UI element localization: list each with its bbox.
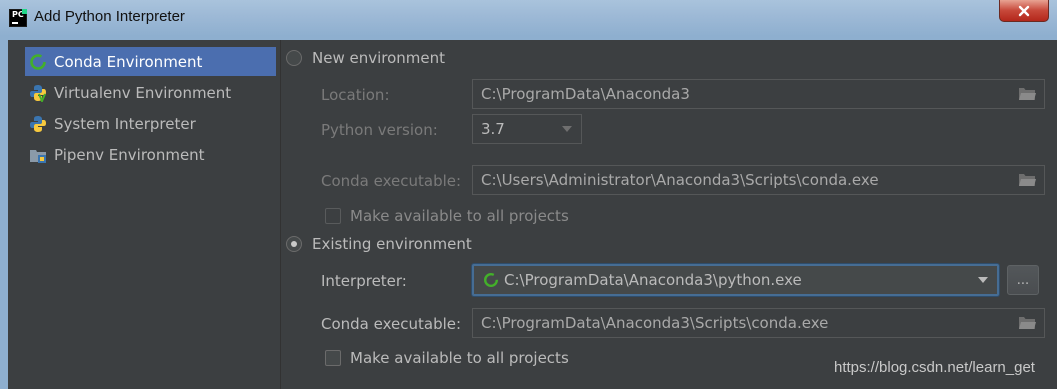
close-icon bbox=[1018, 5, 1030, 16]
sidebar-item-label: Virtualenv Environment bbox=[54, 83, 232, 102]
existing-environment-label: Existing environment bbox=[312, 235, 472, 253]
conda-executable-label: Conda executable: bbox=[321, 172, 462, 190]
sidebar-item-label: System Interpreter bbox=[54, 114, 196, 133]
conda-icon bbox=[29, 53, 47, 71]
sidebar-item-conda[interactable]: Conda Environment bbox=[25, 47, 276, 76]
title-bar: PC Add Python Interpreter bbox=[0, 0, 1057, 37]
interpreter-value: C:\ProgramData\Anaconda3\python.exe bbox=[504, 271, 802, 289]
make-available-label-existing: Make available to all projects bbox=[350, 349, 569, 367]
pycharm-app-icon: PC bbox=[9, 9, 27, 27]
conda-executable-value: C:\ProgramData\Anaconda3\Scripts\conda.e… bbox=[481, 314, 829, 332]
python-version-select[interactable]: 3.7 bbox=[472, 114, 582, 144]
folder-icon[interactable] bbox=[1016, 169, 1038, 191]
existing-environment-radio[interactable] bbox=[286, 236, 302, 252]
environment-type-list: Conda Environment Virtualenv Environment bbox=[8, 40, 280, 389]
python-version-value: 3.7 bbox=[481, 120, 505, 138]
folder-icon[interactable] bbox=[1016, 83, 1038, 105]
sidebar-item-label: Conda Environment bbox=[54, 52, 203, 71]
watermark-text: https://blog.csdn.net/learn_get bbox=[834, 359, 1035, 376]
python-version-label: Python version: bbox=[321, 121, 438, 139]
chevron-down-icon bbox=[973, 277, 993, 283]
location-label: Location: bbox=[321, 86, 390, 104]
chevron-down-icon bbox=[557, 126, 577, 132]
interpreter-select[interactable]: C:\ProgramData\Anaconda3\python.exe bbox=[472, 264, 999, 296]
new-environment-radio[interactable] bbox=[286, 50, 302, 66]
window-frame: Conda Environment Virtualenv Environment bbox=[0, 36, 1057, 389]
folder-icon[interactable] bbox=[1016, 312, 1038, 334]
location-field[interactable]: C:\ProgramData\Anaconda3 bbox=[472, 79, 1045, 109]
virtualenv-icon bbox=[29, 84, 47, 102]
location-value: C:\ProgramData\Anaconda3 bbox=[481, 85, 690, 103]
conda-executable-field-existing[interactable]: C:\ProgramData\Anaconda3\Scripts\conda.e… bbox=[472, 308, 1045, 338]
sidebar-item-pipenv[interactable]: Pipenv Environment bbox=[25, 140, 276, 169]
conda-executable-label: Conda executable: bbox=[321, 315, 462, 333]
window-title: Add Python Interpreter bbox=[34, 8, 185, 25]
close-button[interactable] bbox=[999, 0, 1049, 22]
sidebar-item-label: Pipenv Environment bbox=[54, 145, 205, 164]
make-available-checkbox-new[interactable] bbox=[325, 208, 341, 224]
dialog-content: Conda Environment Virtualenv Environment bbox=[8, 40, 1057, 389]
sidebar-item-system-interpreter[interactable]: System Interpreter bbox=[25, 109, 276, 138]
make-available-checkbox-existing[interactable] bbox=[325, 350, 341, 366]
new-environment-label: New environment bbox=[312, 49, 446, 67]
interpreter-label: Interpreter: bbox=[321, 272, 407, 290]
browse-interpreter-button[interactable]: ... bbox=[1007, 265, 1039, 295]
python-icon bbox=[29, 115, 47, 133]
pipenv-icon bbox=[29, 146, 47, 164]
conda-executable-field[interactable]: C:\Users\Administrator\Anaconda3\Scripts… bbox=[472, 165, 1045, 195]
make-available-label-new: Make available to all projects bbox=[350, 207, 569, 225]
environment-settings-panel: New environment Location: C:\ProgramData… bbox=[281, 40, 1057, 389]
conda-executable-value: C:\Users\Administrator\Anaconda3\Scripts… bbox=[481, 171, 879, 189]
conda-icon bbox=[482, 271, 500, 289]
sidebar-item-virtualenv[interactable]: Virtualenv Environment bbox=[25, 78, 276, 107]
